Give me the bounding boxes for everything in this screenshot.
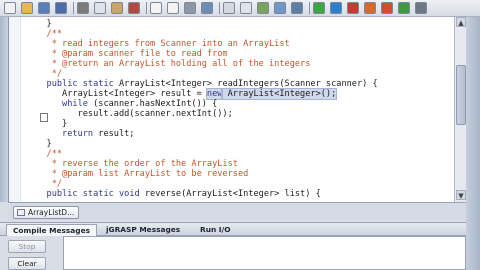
stop-button[interactable]: Stop: [8, 240, 46, 253]
tab-compile-messages[interactable]: Compile Messages: [6, 224, 97, 236]
stop-button-label: Stop: [18, 242, 36, 251]
undo-icon[interactable]: [128, 2, 140, 14]
file-tab-arraylist[interactable]: ArrayListD...: [13, 206, 80, 219]
save-icon[interactable]: [38, 2, 50, 14]
browse-icon[interactable]: [201, 2, 213, 14]
code-token: * @param scanner file to read from: [31, 49, 228, 59]
code-token: while: [62, 99, 88, 109]
tab-label: Compile Messages: [13, 226, 90, 235]
toolbar-separator: [146, 2, 147, 14]
right-window-edge: [466, 17, 480, 270]
toolbar-separator: [73, 2, 74, 14]
code-token: }: [31, 139, 52, 149]
copy-icon[interactable]: [94, 2, 106, 14]
run-icon[interactable]: [330, 2, 342, 14]
tab-label: jGRASP Messages: [106, 225, 181, 234]
uml-icon[interactable]: [274, 2, 286, 14]
cut-icon[interactable]: [77, 2, 89, 14]
new-file-icon[interactable]: [4, 2, 16, 14]
code-token: }: [31, 19, 52, 29]
code-token: */: [31, 69, 63, 79]
file-tab-label: ArrayListD...: [28, 208, 75, 217]
stop-icon[interactable]: [415, 2, 427, 14]
code-token: * reverse the order of the ArrayList: [31, 159, 238, 169]
toolbar-separator: [309, 2, 310, 14]
code-line: * @param list ArrayList to be reversed: [31, 169, 249, 180]
code-token: /**: [31, 29, 63, 39]
scroll-down-icon[interactable]: ▼: [456, 190, 466, 200]
scrollbar-thumb[interactable]: [456, 65, 466, 125]
object-workbench-icon[interactable]: [398, 2, 410, 14]
interactions-icon[interactable]: [381, 2, 393, 14]
vertical-scrollbar[interactable]: ▲ ▼: [454, 17, 466, 202]
code-token: ArrayList<Integer>();: [221, 88, 338, 100]
code-editor[interactable]: } /** * read integers from Scanner into …: [8, 17, 454, 202]
tab-run-io[interactable]: Run I/O: [194, 224, 237, 236]
code-token: */: [31, 179, 63, 189]
find-icon[interactable]: [240, 2, 252, 14]
toolbar: [0, 0, 480, 17]
file-tab-strip: ArrayListD...: [8, 202, 466, 220]
page-icon[interactable]: [150, 2, 162, 14]
clear-button-label: Clear: [17, 259, 37, 268]
print-icon[interactable]: [184, 2, 196, 14]
code-token: * @param list ArrayList to be reversed: [31, 169, 249, 179]
code-token: * @return an ArrayList holding all of th…: [31, 59, 311, 69]
code-token: (scanner.hasNextInt()) {: [87, 99, 218, 109]
code-token: ArrayList<Integer> readIntegers(Scanner …: [113, 79, 378, 89]
book-icon[interactable]: [291, 2, 303, 14]
debug-icon[interactable]: [347, 2, 359, 14]
code-token: public static: [46, 79, 114, 89]
java-file-icon: [17, 209, 25, 216]
open-folder-icon[interactable]: [21, 2, 33, 14]
code-token: /**: [31, 149, 63, 159]
fold-gutter[interactable]: [9, 17, 21, 202]
code-token: result.add(scanner.nextInt());: [31, 109, 233, 119]
compile-icon[interactable]: [313, 2, 325, 14]
code-token: * read integers from Scanner into an Arr…: [31, 39, 290, 49]
csd-icon[interactable]: [257, 2, 269, 14]
toolbar-separator: [219, 2, 220, 14]
tab-jgrasp-messages[interactable]: jGRASP Messages: [100, 224, 186, 236]
code-token: result;: [93, 129, 135, 139]
code-token: reverse(ArrayList<Integer> list) {: [139, 189, 321, 199]
message-tabs: Compile Messages jGRASP Messages Run I/O: [0, 222, 466, 236]
code-line: public static void reverse(ArrayList<Int…: [31, 189, 321, 200]
page-icon[interactable]: [167, 2, 179, 14]
code-token: new: [205, 88, 224, 100]
message-controls: Stop Clear: [0, 236, 62, 270]
code-token: return: [62, 129, 94, 139]
code-token: public static void: [46, 189, 140, 199]
left-gutter-strip: [0, 17, 8, 202]
step-icon[interactable]: [364, 2, 376, 14]
paste-icon[interactable]: [111, 2, 123, 14]
code-token: }: [31, 119, 68, 129]
save-all-icon[interactable]: [55, 2, 67, 14]
cursor-icon[interactable]: [223, 2, 235, 14]
tab-label: Run I/O: [200, 225, 231, 234]
code-token: ArrayList<Integer> result =: [31, 89, 207, 99]
clear-button[interactable]: Clear: [8, 257, 46, 270]
code-line: * @return an ArrayList holding all of th…: [31, 59, 311, 70]
message-output-area[interactable]: [63, 236, 466, 270]
scroll-up-icon[interactable]: ▲: [456, 17, 466, 27]
